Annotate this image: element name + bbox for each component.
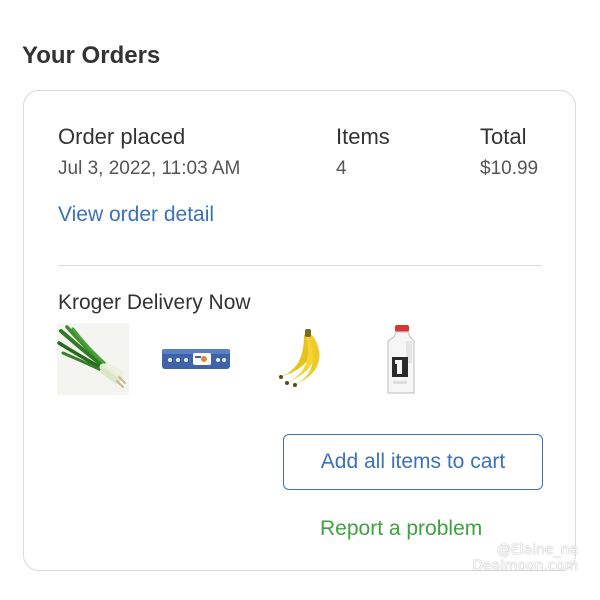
items-label: Items <box>336 124 390 149</box>
green-onions-icon <box>57 323 129 395</box>
order-total: $10.99 <box>480 158 539 179</box>
milk-jug-icon <box>366 323 438 395</box>
watermark: @Elaine_ne Dealmoon.com <box>472 542 578 574</box>
order-placed-label: Order placed <box>58 124 186 149</box>
store-name: Kroger Delivery Now <box>58 291 251 314</box>
watermark-site: Dealmoon.com <box>472 558 578 574</box>
bananas-icon <box>270 323 342 395</box>
order-placed-value: Jul 3, 2022, 11:03 AM <box>58 158 241 179</box>
add-all-items-to-cart-button[interactable]: Add all items to cart <box>283 434 543 490</box>
egg-carton-icon <box>160 323 232 395</box>
total-label: Total <box>480 124 527 149</box>
view-order-detail-link[interactable]: View order detail <box>58 203 214 227</box>
page-title: Your Orders <box>22 42 161 69</box>
divider <box>58 265 542 266</box>
report-problem-link[interactable]: Report a problem <box>320 517 482 541</box>
order-card: Order placed Items Total Jul 3, 2022, 11… <box>23 90 576 571</box>
watermark-handle: @Elaine_ne <box>496 542 578 558</box>
items-count: 4 <box>336 158 347 179</box>
